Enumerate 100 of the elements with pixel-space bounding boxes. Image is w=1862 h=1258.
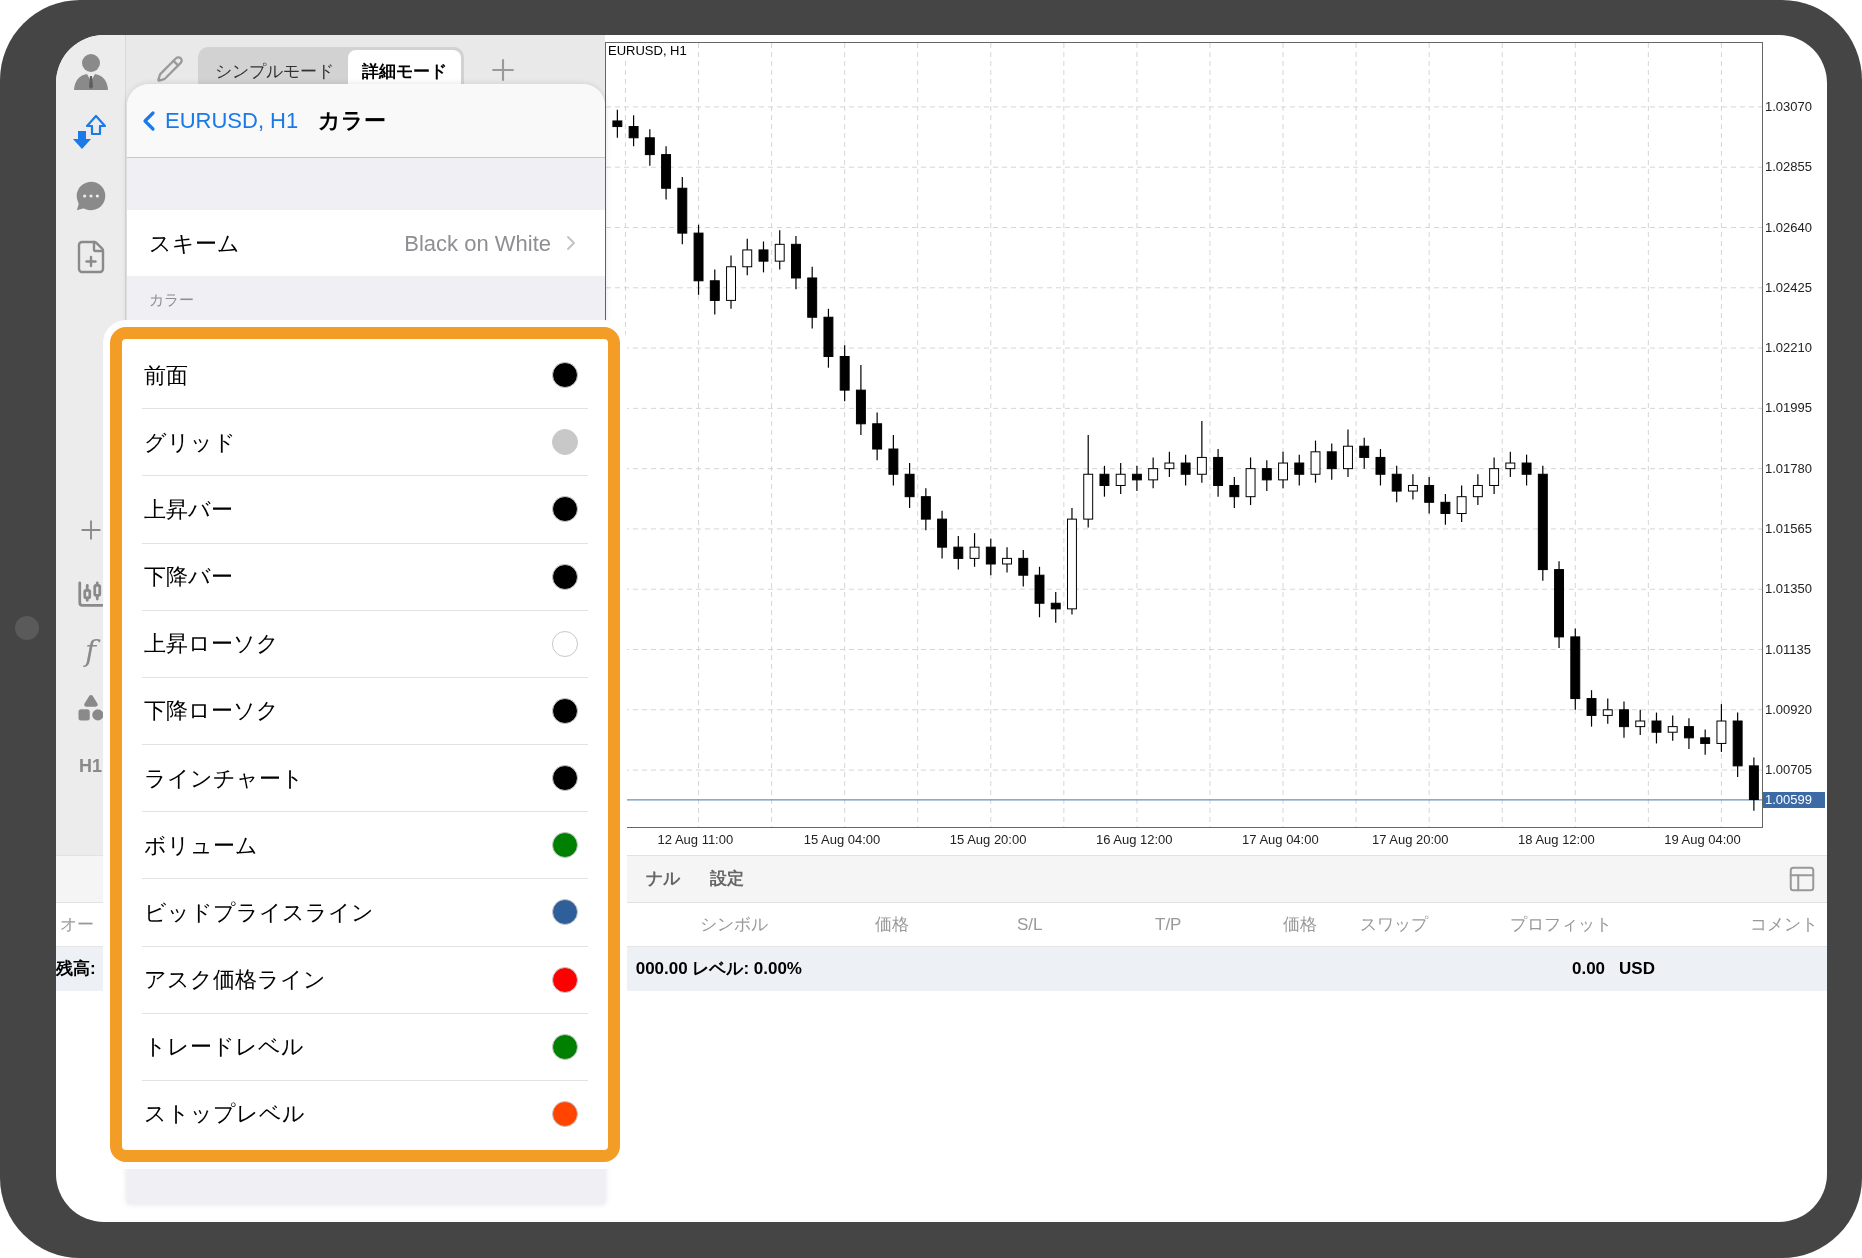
candle — [1521, 454, 1532, 487]
candle — [1164, 451, 1175, 478]
color-setting-row[interactable]: ラインチャート — [142, 745, 588, 813]
color-setting-row[interactable]: グリッド — [142, 409, 588, 477]
candle — [823, 308, 834, 369]
candle — [1359, 437, 1370, 470]
candle — [1131, 465, 1142, 492]
time-axis-label: 16 Aug 12:00 — [1095, 832, 1173, 848]
candle — [612, 109, 623, 139]
time-axis-label: 19 Aug 04:00 — [1664, 832, 1741, 848]
color-setting-row[interactable]: ストップレベル — [142, 1080, 588, 1148]
candle — [1424, 476, 1435, 515]
candle — [774, 229, 785, 271]
candle — [1229, 476, 1240, 509]
color-setting-row[interactable]: トレードレベル — [142, 1013, 588, 1081]
scheme-label: スキーム — [149, 229, 240, 258]
color-setting-row[interactable]: ボリューム — [142, 812, 588, 880]
time-axis-label: 12 Aug 11:00 — [657, 832, 734, 848]
candle — [1115, 462, 1126, 495]
time-axis-label: 18 Aug 12:00 — [1518, 832, 1595, 848]
candle — [1407, 473, 1418, 501]
mode-tab[interactable]: シンプルモード — [201, 50, 348, 94]
balance-label: 残高: — [56, 958, 96, 981]
color-setting-row[interactable]: 上昇ローソク — [142, 610, 588, 678]
chart-plot-area[interactable]: EURUSD, H1 — [605, 42, 1763, 828]
color-setting-label: 上昇ローソク — [144, 630, 279, 659]
terminal-tab[interactable]: ナル — [646, 866, 680, 892]
color-setting-label: トレードレベル — [144, 1033, 304, 1062]
time-axis-label: 17 Aug 20:00 — [1371, 832, 1449, 848]
candle — [904, 462, 915, 509]
column-header: 価格 — [875, 914, 909, 934]
candle — [1245, 456, 1256, 506]
candle — [628, 114, 639, 147]
chart-type-icon[interactable] — [75, 579, 106, 609]
price-axis-label: 1.00920 — [1765, 701, 1812, 718]
chart-symbol-label: EURUSD, H1 — [608, 43, 687, 59]
color-setting-label: アスク価格ライン — [144, 966, 326, 995]
back-button[interactable]: EURUSD, H1 — [133, 104, 299, 137]
candle — [1635, 709, 1646, 736]
terminal-tab[interactable]: 設定 — [710, 866, 744, 892]
color-setting-row[interactable]: ビッドプライスライン — [142, 879, 588, 947]
candle — [1310, 440, 1321, 484]
candle — [1018, 549, 1029, 587]
column-header: 価格 — [1283, 914, 1317, 934]
candle — [709, 268, 720, 316]
candle — [1326, 442, 1337, 481]
candle — [937, 510, 948, 559]
profit-value: 0.00 — [1572, 958, 1606, 981]
candle — [1602, 698, 1613, 725]
price-axis-label: 1.02640 — [1765, 219, 1812, 236]
candle — [1505, 451, 1516, 478]
candle — [726, 254, 736, 310]
color-setting-row[interactable]: 下降バー — [142, 543, 588, 611]
color-setting-label: 上昇バー — [144, 495, 233, 524]
candle — [1748, 756, 1759, 812]
color-setting-label: 前面 — [144, 361, 188, 390]
price-axis-label: 1.01995 — [1765, 400, 1812, 417]
column-header: T/P — [1155, 914, 1182, 934]
candle — [1716, 703, 1727, 753]
balance-summary: 000.00 レベル: 0.00% — [635, 958, 802, 981]
price-axis-label: 1.01350 — [1765, 581, 1812, 598]
scheme-row[interactable]: スキーム Black on White — [127, 210, 605, 276]
candle — [1732, 712, 1743, 778]
candle — [1278, 451, 1288, 489]
section-label: カラー — [149, 290, 195, 310]
color-setting-label: 下降バー — [144, 563, 233, 592]
current-price-label: 1.00599 — [1763, 791, 1825, 808]
color-setting-row[interactable]: 前面 — [142, 342, 588, 410]
time-axis-label: 15 Aug 04:00 — [803, 832, 881, 848]
candle — [693, 224, 704, 296]
column-header: コメント — [1750, 914, 1818, 934]
color-setting-label: ラインチャート — [144, 764, 304, 793]
column-header: プロフィット — [1510, 914, 1612, 934]
candle — [953, 535, 964, 571]
color-setting-row[interactable]: 下降ローソク — [142, 677, 588, 746]
price-axis-label: 1.00705 — [1765, 762, 1812, 779]
price-axis-label: 1.02855 — [1765, 159, 1812, 176]
color-setting-label: ビッドプライスライン — [144, 898, 374, 927]
candle — [1683, 717, 1694, 750]
candle — [1456, 484, 1467, 523]
popover-title: カラー — [318, 107, 387, 135]
candle — [1489, 456, 1500, 495]
candle — [1180, 454, 1191, 487]
edit-icon[interactable] — [156, 55, 184, 83]
scheme-value: Black on White — [404, 229, 551, 258]
candle — [1343, 428, 1353, 478]
candle — [1667, 714, 1678, 742]
candle — [1586, 689, 1597, 728]
price-axis-label: 1.02210 — [1765, 340, 1812, 357]
color-setting-row[interactable]: アスク価格ライン — [142, 946, 588, 1014]
color-setting-row[interactable]: 上昇バー — [142, 476, 588, 544]
candle — [1440, 493, 1451, 526]
color-setting-label: 下降ローソク — [144, 697, 279, 726]
layout-icon[interactable] — [1787, 864, 1817, 894]
candle — [969, 532, 980, 568]
candle — [661, 145, 672, 201]
time-axis-label: 15 Aug 20:00 — [949, 832, 1027, 848]
candle — [1651, 712, 1662, 745]
candle — [1196, 420, 1207, 484]
candle — [855, 364, 866, 436]
